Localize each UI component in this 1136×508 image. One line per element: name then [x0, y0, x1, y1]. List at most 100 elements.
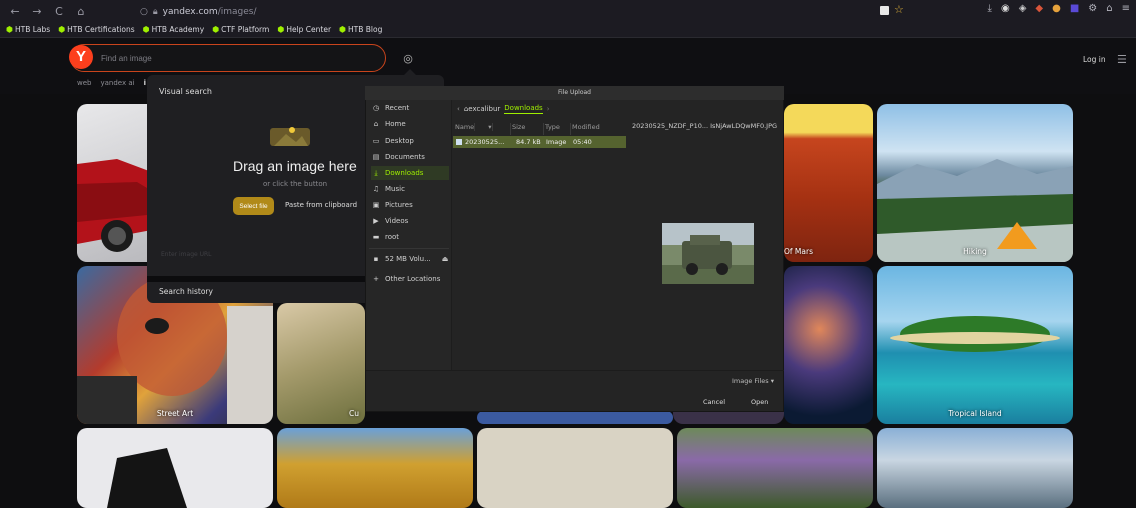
image-tile[interactable]	[784, 266, 873, 424]
place-home[interactable]: ⌂ Home	[371, 117, 449, 131]
path-breadcrumb: ‹ ⌂excalibur Downloads ›	[457, 104, 550, 114]
place-recent[interactable]: ◷ Recent	[371, 101, 449, 115]
extension-icon[interactable]: ●	[1052, 3, 1061, 14]
bookmark-item[interactable]: ⬢ CTF Platform	[212, 25, 269, 34]
dialog-footer-divider	[366, 370, 784, 371]
image-tile[interactable]	[477, 411, 673, 424]
image-tile[interactable]	[677, 428, 873, 508]
file-row[interactable]: 20230525... 84.7 kB Image 05:40	[453, 136, 626, 148]
col-name[interactable]: Name ▾	[453, 123, 511, 135]
image-tile[interactable]	[877, 428, 1073, 508]
htb-icon: ⬢	[277, 25, 285, 34]
folder-icon: ▬	[372, 233, 380, 241]
place-volume[interactable]: ▪ 52 MB Volu... ⏏	[371, 252, 449, 266]
search-input[interactable]	[101, 51, 371, 65]
service-link[interactable]: web	[77, 79, 91, 87]
reader-icon[interactable]	[880, 6, 889, 15]
sidebar-divider	[369, 248, 449, 249]
back-chevron-icon[interactable]: ‹	[457, 105, 460, 113]
image-tile[interactable]: Cu	[277, 303, 365, 424]
chevron-down-icon: ▾	[770, 377, 775, 385]
browser-extensions: ⤓ ◉ ◈ ◆ ● ■ ⚙ ⌂ ≡	[988, 3, 1130, 14]
extension-icon[interactable]: ◉	[1001, 3, 1010, 14]
htb-icon: ⬢	[212, 25, 220, 34]
home-icon[interactable]: ⌂	[1106, 3, 1112, 14]
or-click-text: or click the button	[263, 180, 328, 188]
image-upload-icon	[270, 127, 310, 146]
forward-chevron-icon[interactable]: ›	[547, 105, 550, 113]
image-tile[interactable]	[277, 428, 473, 508]
home-icon[interactable]: ⌂	[74, 5, 88, 18]
bookmark-item[interactable]: ⬢ HTB Academy	[143, 25, 205, 34]
file-size: 84.7 kB	[516, 138, 541, 146]
settings-icon[interactable]: ⚙	[1088, 3, 1097, 14]
reload-icon[interactable]: C	[52, 5, 66, 18]
service-link[interactable]: yandex ai	[100, 79, 134, 87]
download-icon[interactable]: ⤓	[988, 3, 992, 14]
island-image	[890, 316, 1060, 352]
select-file-button[interactable]: Select file	[233, 197, 274, 215]
divider	[147, 276, 365, 282]
place-documents[interactable]: ▤ Documents	[371, 150, 449, 164]
search-history-link[interactable]: Search history	[159, 287, 213, 296]
back-icon[interactable]: ←	[8, 5, 22, 18]
place-downloads[interactable]: ⤓ Downloads	[371, 166, 449, 180]
paste-clipboard-button[interactable]: Paste from clipboard	[285, 201, 357, 209]
cancel-button[interactable]: Cancel	[703, 398, 725, 406]
bookmark-star-icon[interactable]: ☆	[894, 3, 904, 16]
file-list-header: Name ▾ Size Type Modified	[453, 123, 626, 135]
place-desktop[interactable]: ▭ Desktop	[371, 134, 449, 148]
camera-search-icon[interactable]: ◎	[400, 52, 416, 68]
place-music[interactable]: ♫ Music	[371, 182, 449, 196]
boots-image	[107, 448, 187, 508]
bookmark-item[interactable]: ⬢ Help Center	[277, 25, 331, 34]
service-link[interactable]: i	[144, 79, 146, 87]
tile-label: Hiking	[963, 247, 987, 256]
bookmarks-bar: ⬢ HTB Labs ⬢ HTB Certifications ⬢ HTB Acade…	[0, 22, 1136, 38]
col-size[interactable]: Size	[511, 123, 544, 135]
tile-label: Of Mars	[784, 247, 813, 256]
bookmark-item[interactable]: ⬢ HTB Certifications	[58, 25, 134, 34]
download-icon: ⤓	[374, 168, 378, 177]
hamburger-menu-icon[interactable]: ☰	[1117, 53, 1129, 66]
extension-icon[interactable]: ■	[1070, 3, 1079, 14]
place-root[interactable]: ▬ root	[371, 230, 449, 244]
file-type-filter[interactable]: Image Files ▾	[732, 377, 774, 385]
dialog-title: File Upload	[365, 86, 784, 100]
image-tile[interactable]: Hiking	[877, 104, 1073, 262]
open-button[interactable]: Open	[751, 398, 768, 406]
place-pictures[interactable]: ▣ Pictures	[371, 198, 449, 212]
forward-icon[interactable]: →	[30, 5, 44, 18]
extension-icon[interactable]: ◈	[1019, 3, 1027, 14]
url-path: /images/	[217, 6, 257, 17]
eject-icon[interactable]: ⏏	[442, 255, 449, 263]
extension-icon[interactable]: ◆	[1035, 3, 1043, 14]
tile-label: Street Art	[156, 409, 194, 418]
drive-icon: ▪	[373, 255, 379, 263]
place-other-locations[interactable]: + Other Locations	[371, 272, 449, 286]
image-file-icon	[456, 139, 462, 145]
bookmark-item[interactable]: ⬢ HTB Blog	[339, 25, 382, 34]
image-url-input[interactable]: Enter image URL	[161, 251, 212, 258]
menu-icon[interactable]: ≡	[1122, 3, 1130, 14]
tile-label: Cu	[349, 409, 359, 418]
place-videos[interactable]: ▶ Videos	[371, 214, 449, 228]
image-tile[interactable]	[477, 428, 673, 508]
htb-icon: ⬢	[6, 25, 13, 34]
search-box[interactable]	[70, 44, 386, 72]
document-icon: ▤	[372, 153, 380, 161]
login-link[interactable]: Log in	[1083, 55, 1106, 64]
col-type[interactable]: Type	[544, 123, 571, 135]
address-bar[interactable]: ○ 🔒︎ yandex.com/images/	[140, 4, 257, 19]
image-tile[interactable]	[77, 104, 157, 262]
image-tile[interactable]: Tropical Island	[877, 266, 1073, 424]
bookmark-item[interactable]: ⬢ HTB Labs	[6, 25, 50, 34]
col-modified[interactable]: Modified	[571, 123, 626, 135]
crumb-downloads[interactable]: Downloads	[504, 104, 543, 114]
image-tile[interactable]	[77, 428, 273, 508]
image-tile[interactable]: Of Mars	[784, 104, 873, 262]
yandex-logo[interactable]: Y	[69, 45, 93, 69]
music-icon: ♫	[372, 185, 380, 193]
htb-icon: ⬢	[339, 25, 347, 34]
crumb-home[interactable]: ⌂excalibur	[464, 105, 500, 113]
